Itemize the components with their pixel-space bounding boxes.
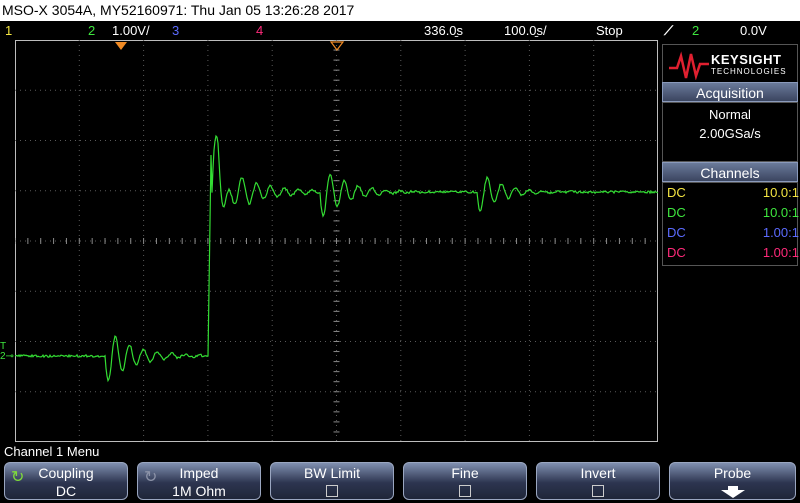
softkey-label: Coupling — [5, 465, 127, 481]
waveform-display[interactable] — [15, 40, 658, 442]
softkey-label: Probe — [670, 465, 795, 481]
channel-coupling: DC — [667, 243, 686, 263]
submenu-arrow-icon — [721, 486, 745, 498]
probe-softkey[interactable]: Probe — [669, 462, 796, 500]
ch2-ground-marker[interactable]: T 2⊸ — [0, 342, 14, 362]
channel-probe-ratio: 1.00:1 — [763, 223, 799, 243]
acquisition-panel: Normal 2.00GSa/s — [662, 102, 798, 162]
invert-checkbox[interactable] — [592, 485, 604, 497]
channel-row[interactable]: DC 1.00:1 — [667, 223, 799, 243]
status-bar: 1 2 1.00V/ 3 4 336.0̱s 100.0̱s/ Stop ⟋ 2… — [0, 21, 800, 40]
softkey-value: 1M Ohm — [138, 483, 260, 499]
fine-softkey[interactable]: Fine — [403, 462, 527, 500]
channel-row[interactable]: DC 10.0:1 — [667, 203, 799, 223]
keysight-wave-icon — [669, 50, 709, 80]
impedance-softkey[interactable]: ↻ Imped 1M Ohm — [137, 462, 261, 500]
brand-name: KEYSIGHT — [711, 53, 781, 66]
bw-limit-checkbox[interactable] — [326, 485, 338, 497]
brand-subtitle: TECHNOLOGIES — [711, 67, 787, 76]
ch2-indicator[interactable]: 2 — [88, 21, 95, 41]
acquisition-mode: Normal — [663, 107, 797, 122]
trigger-source: 2 — [692, 21, 699, 41]
channels-header[interactable]: Channels — [662, 162, 798, 182]
trigger-edge-icon: ⟋ — [664, 21, 673, 41]
ch1-indicator[interactable]: 1 — [5, 21, 12, 41]
channel-probe-ratio: 10.0:1 — [763, 183, 799, 203]
window-title: MSO-X 3054A, MY52160971: Thu Jan 05 13:2… — [0, 0, 800, 21]
channels-panel: DC 10.0:1 DC 10.0:1 DC 1.00:1 DC 1.00:1 — [662, 182, 798, 266]
sample-rate: 2.00GSa/s — [663, 126, 797, 141]
softkey-label: Imped — [138, 465, 260, 481]
menu-title: Channel 1 Menu — [4, 444, 99, 459]
keysight-logo: KEYSIGHT TECHNOLOGIES — [662, 44, 798, 84]
timebase-scale: 100.0̱s/ — [504, 21, 547, 41]
fine-checkbox[interactable] — [459, 485, 471, 497]
softkey-label: Invert — [537, 465, 659, 481]
channel-row[interactable]: DC 1.00:1 — [667, 243, 799, 263]
softkey-label: Fine — [404, 465, 526, 481]
ch3-indicator[interactable]: 3 — [172, 21, 179, 41]
run-state: Stop — [596, 21, 623, 41]
ch4-indicator[interactable]: 4 — [256, 21, 263, 41]
horizontal-delay: 336.0̱s — [424, 21, 463, 41]
invert-softkey[interactable]: Invert — [536, 462, 660, 500]
coupling-softkey[interactable]: ↻ Coupling DC — [4, 462, 128, 500]
acquisition-header[interactable]: Acquisition — [662, 82, 798, 102]
channel-coupling: DC — [667, 203, 686, 223]
channel-coupling: DC — [667, 223, 686, 243]
channel-coupling: DC — [667, 183, 686, 203]
trigger-level: 0.0V — [740, 21, 767, 41]
ch2-scale: 1.00V/ — [112, 21, 150, 41]
channel-row[interactable]: DC 10.0:1 — [667, 183, 799, 203]
bw-limit-softkey[interactable]: BW Limit — [270, 462, 394, 500]
info-panel: KEYSIGHT TECHNOLOGIES Acquisition Normal… — [660, 40, 800, 266]
softkey-value: DC — [5, 483, 127, 499]
channel-probe-ratio: 10.0:1 — [763, 203, 799, 223]
softkey-label: BW Limit — [271, 465, 393, 481]
channel-probe-ratio: 1.00:1 — [763, 243, 799, 263]
